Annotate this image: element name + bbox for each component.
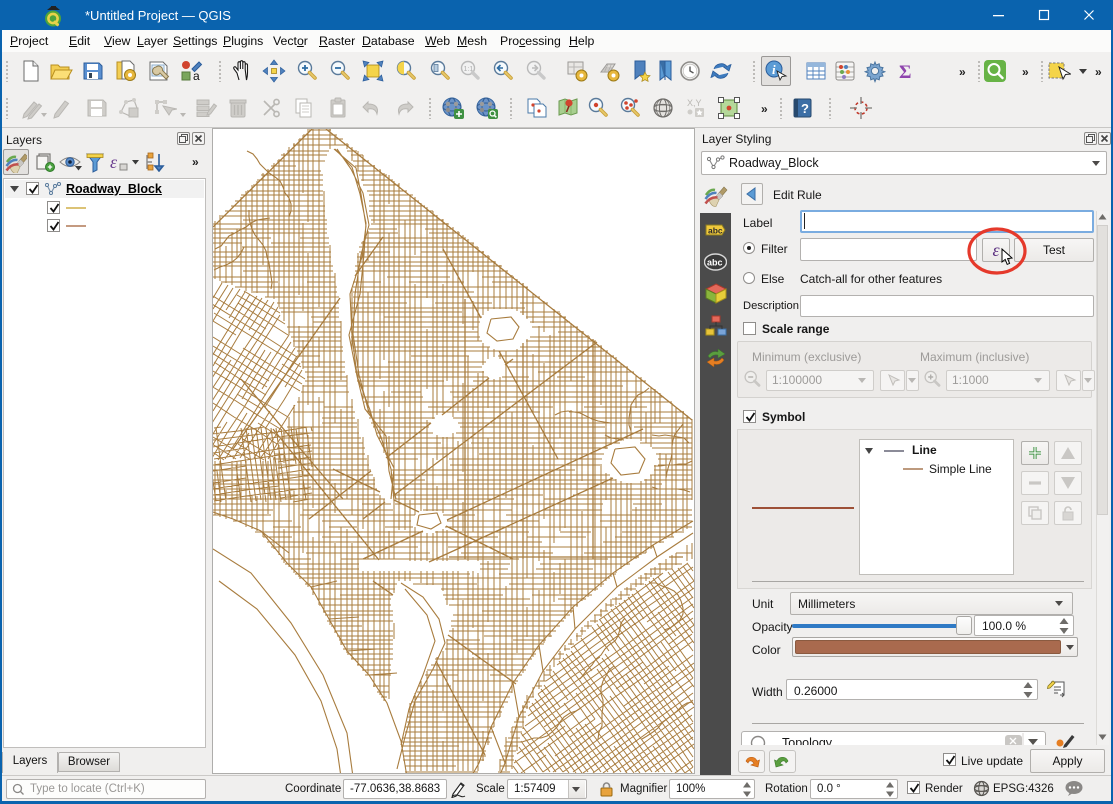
svg-text:a: a (193, 69, 200, 83)
svg-text:abc: abc (707, 258, 723, 268)
svg-text:?: ? (801, 101, 809, 116)
svg-text:Σ: Σ (899, 62, 911, 83)
svg-text:i: i (772, 62, 776, 77)
svg-text:X,Y: X,Y (687, 98, 702, 108)
svg-text:ε: ε (110, 152, 118, 172)
svg-text:1:1: 1:1 (464, 66, 474, 73)
svg-text:Topology: Topology (782, 736, 833, 745)
svg-text:abc: abc (708, 226, 723, 236)
